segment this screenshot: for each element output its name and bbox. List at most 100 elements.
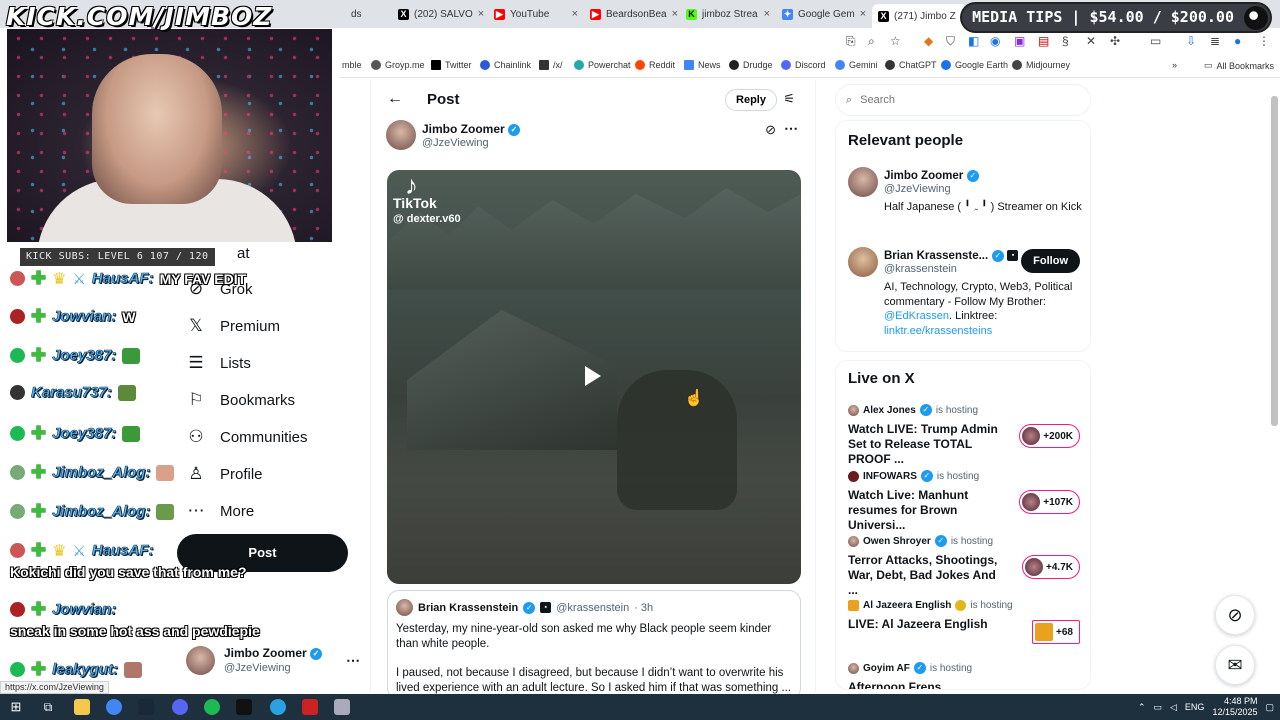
chrome-icon[interactable] [106,699,122,715]
sidebar-icon[interactable]: ▭ [1150,34,1161,48]
windows-start-icon[interactable]: ⊞ [8,699,24,715]
search-input[interactable] [860,94,1061,106]
extension-icon[interactable]: ◧ [968,34,979,48]
chevron-right-icon[interactable]: » [1172,60,1177,70]
clock-date: 12/15/2025 [1212,707,1258,717]
bookmark-item[interactable]: mble [342,60,362,70]
bookmark-item[interactable]: ChatGPT [885,60,937,70]
network-icon[interactable]: ▭ [1153,702,1162,713]
steam-icon[interactable] [138,699,154,715]
grid-icon [539,60,549,70]
video-player[interactable]: ♪ TikTok @ dexter.v60 [387,170,801,584]
spotify-icon[interactable] [204,699,220,715]
bookmark-label: Twitter [445,60,472,70]
bookmark-item[interactable]: Twitter [431,60,472,70]
emote-icon [122,347,141,364]
notification-icon[interactable]: ▢ [1265,702,1274,713]
puzzle-icon[interactable]: ✣ [1110,34,1120,48]
author-name[interactable]: Jimbo Zoomer [422,122,505,136]
chevron-up-icon[interactable]: ⌃ [1138,702,1146,713]
all-bookmarks[interactable]: ▭ All Bookmarks [1204,60,1274,71]
sub-badge-icon: ✚ [31,268,47,288]
browser-tab[interactable]: ▶ BeardsonBea × [584,4,680,24]
browser-tab[interactable]: Kjimboz Strea × [680,4,776,24]
volume-icon[interactable]: ◁ [1170,702,1177,713]
profile-avatar-icon[interactable]: ● [1234,34,1241,48]
bookmark-item[interactable]: Groyp.me [371,60,425,70]
avatar[interactable] [386,120,416,150]
shield-icon[interactable]: ⛉ [946,34,955,49]
extension-icon[interactable]: ◉ [990,34,1000,48]
close-icon[interactable]: × [672,8,678,20]
follow-button[interactable]: Follow [1021,249,1080,273]
close-icon[interactable]: × [572,8,578,20]
star-icon[interactable]: ☆ [890,34,901,48]
reply-button[interactable]: Reply [725,89,777,111]
menu-icon[interactable]: ≣ [1210,34,1220,48]
scrollbar[interactable] [1271,96,1278,426]
browser-tab[interactable]: X (202) SALVO × [392,4,488,24]
author-handle[interactable]: @JzeViewing [422,137,489,149]
browser-tab[interactable]: ds [345,4,385,24]
bio-link[interactable]: @EdKrassen [884,310,949,322]
app-icon[interactable] [334,699,350,715]
kebab-menu-icon[interactable]: ⋮ [1258,34,1270,48]
bookmark-item[interactable]: Drudge [729,60,773,70]
messages-icon[interactable]: ✉ [1215,645,1255,685]
bookmark-item[interactable]: Reddit [635,60,675,70]
filter-settings-icon[interactable]: ⚟ [783,91,795,107]
file-explorer-icon[interactable] [74,699,90,715]
live-host-row: Al Jazeera English is hosting [848,600,1082,611]
x-extension-icon[interactable]: ✕ [1086,34,1096,48]
download-icon[interactable]: ⇩ [1186,34,1196,48]
browser-tab-active[interactable]: X(271) Jimbo Z× [872,4,966,28]
extension-icon[interactable]: ▣ [1014,34,1025,48]
quoted-author-handle: @krassenstein [556,601,630,614]
avatar [1022,427,1041,445]
bookmark-item[interactable]: News [684,60,721,70]
browser-tab[interactable]: ✦ Google Gem × [776,4,872,24]
bookmark-label: Drudge [743,60,773,70]
grok-floating-icon[interactable]: ⊘ [1215,595,1255,635]
bookmark-item[interactable]: /x/ [539,60,563,70]
more-dots-icon[interactable]: ⋯ [346,652,360,669]
extension-icon[interactable]: § [1062,34,1069,48]
play-icon[interactable] [585,366,601,386]
bookmark-item[interactable]: Gemini [835,60,878,70]
verified-badge-icon: ✓ [913,662,926,674]
quoted-post[interactable]: Brian Krassenstein ✓ ▪ @krassenstein · 3… [387,590,801,700]
metamask-icon[interactable]: ◆ [924,34,933,48]
clock[interactable]: 4:48 PM 12/15/2025 [1212,696,1257,718]
bookmark-item[interactable]: Midjourney [1012,60,1070,70]
close-icon[interactable]: × [860,8,866,20]
browser-tab[interactable]: ▶ YouTube × [488,4,584,24]
close-icon[interactable]: × [478,8,484,20]
bio-link[interactable]: linktr.ee/krassensteins [884,325,992,337]
grok-icon[interactable]: ⊘ [765,122,776,138]
task-view-icon[interactable]: ⧉ [40,699,56,715]
app-icon[interactable] [302,699,318,715]
back-arrow-icon[interactable]: ← [387,90,403,108]
more-dots-icon[interactable]: ⋯ [784,120,798,137]
extension-icon[interactable]: ▤ [1038,34,1049,48]
avatar [10,504,25,519]
affiliate-badge-icon: ▪ [1007,250,1019,262]
discord-icon[interactable] [172,699,188,715]
listener-count-badge: +68 [1032,620,1080,644]
search-box[interactable]: ⌕ [835,84,1091,116]
bookmark-label: Gemini [849,60,878,70]
bookmark-item[interactable]: Powerchat [574,60,631,70]
screenshot-icon[interactable]: ⎘ [846,34,856,49]
bookmark-item[interactable]: Chainlink [480,60,531,70]
bookmark-item[interactable]: Discord [781,60,826,70]
video-frame [617,370,737,510]
telegram-icon[interactable] [270,699,286,715]
listener-count-badge: +107K [1019,490,1080,514]
bio-text: AI, Technology, Crypto, Web3, Political … [884,281,1073,308]
obs-icon[interactable] [236,699,252,715]
language-indicator[interactable]: ENG [1185,702,1205,712]
zoom-icon[interactable]: ⌕ [868,34,875,49]
close-icon[interactable]: × [764,8,770,20]
bookmark-item[interactable]: Google Earth [941,60,1008,70]
live-space-item[interactable]: Goyim AF ✓ is hosting Afternoon Frens [848,662,1082,689]
